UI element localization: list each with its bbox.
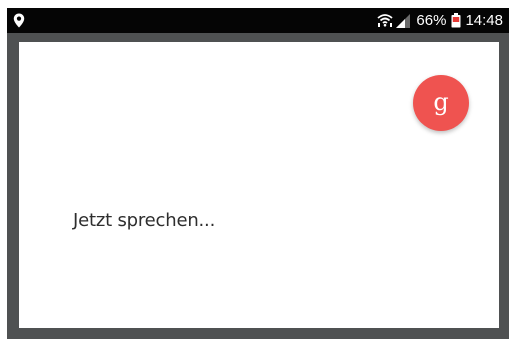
status-icons: 66% 14:48	[377, 8, 503, 33]
location-icon	[13, 13, 25, 28]
google-g-icon: g	[433, 87, 449, 116]
battery-percentage: 66%	[416, 12, 447, 29]
clock: 14:48	[465, 12, 503, 29]
voice-search-dialog: g Jetzt sprechen...	[19, 42, 499, 328]
wifi-icon	[377, 14, 394, 27]
speak-now-prompt: Jetzt sprechen...	[73, 210, 216, 231]
status-bar: 66% 14:48	[7, 8, 509, 33]
phone-screen: 66% 14:48 g Jetzt sprechen...	[7, 8, 509, 339]
battery-icon	[451, 13, 461, 28]
voice-search-button[interactable]: g	[413, 75, 469, 131]
signal-icon	[396, 13, 411, 28]
